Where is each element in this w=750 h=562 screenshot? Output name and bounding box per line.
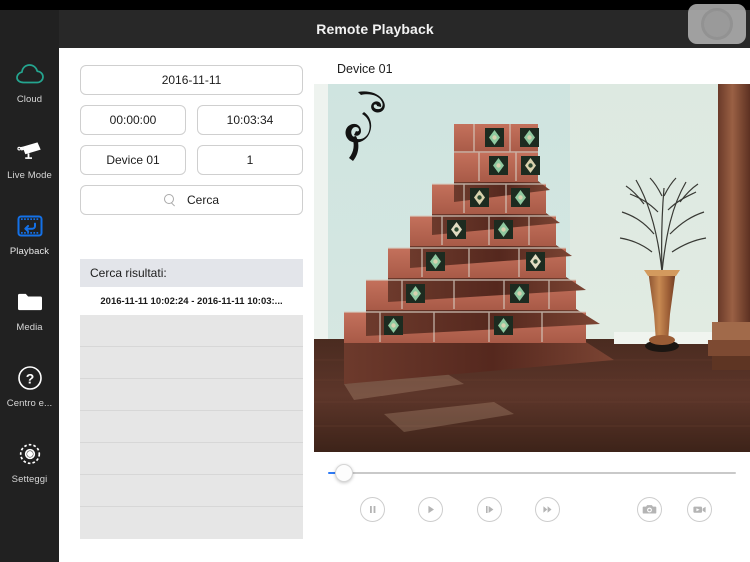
gear-icon (15, 439, 45, 469)
sidebar-item-setteggi[interactable]: Setteggi (0, 424, 59, 500)
circle-knob-icon (704, 11, 730, 37)
sidebar-item-label: Setteggi (11, 474, 48, 485)
date-field[interactable]: 2016-11-11 (80, 65, 303, 95)
sidebar-item-playback[interactable]: Playback (0, 196, 59, 272)
list-item-empty[interactable] (80, 475, 303, 507)
sidebar-item-cloud[interactable]: Cloud (0, 44, 59, 120)
svg-text:?: ? (25, 370, 34, 386)
step-forward-button[interactable] (477, 497, 502, 522)
search-button-label: Cerca (186, 193, 219, 207)
time-range-row: 00:00:00 10:03:34 (80, 105, 303, 135)
sidebar: Cloud Live Mode Playback Media ? Centro … (0, 10, 59, 562)
list-item-empty[interactable] (80, 443, 303, 475)
player-panel: Device 01 (314, 48, 750, 562)
device-field[interactable]: Device 01 (80, 145, 186, 175)
video-view[interactable] (314, 84, 750, 452)
sidebar-item-label: Live Mode (7, 170, 52, 181)
list-item-empty[interactable] (80, 379, 303, 411)
search-button[interactable]: Cerca (80, 185, 303, 215)
page-title: Remote Playback (316, 21, 434, 37)
fast-forward-icon (543, 506, 552, 513)
content-area: 2016-11-11 00:00:00 10:03:34 Device 01 1… (59, 48, 750, 562)
start-time-field[interactable]: 00:00:00 (80, 105, 186, 135)
fast-forward-button[interactable] (535, 497, 560, 522)
sidebar-item-media[interactable]: Media (0, 272, 59, 348)
list-item-empty[interactable] (80, 411, 303, 443)
step-forward-icon (486, 506, 494, 513)
sidebar-item-label: Media (16, 322, 43, 333)
device-channel-row: Device 01 1 (80, 145, 303, 175)
sidebar-item-label: Centro e... (6, 398, 53, 409)
results-header: Cerca risultati: (80, 259, 303, 287)
floating-overlay-button[interactable] (688, 4, 746, 44)
timeline-track (342, 472, 736, 474)
app-root: Remote Playback Cloud Live Mode Playback… (0, 0, 750, 562)
channel-field[interactable]: 1 (197, 145, 303, 175)
search-form: 2016-11-11 00:00:00 10:03:34 Device 01 1… (80, 65, 303, 215)
sidebar-item-centro-e[interactable]: ? Centro e... (0, 348, 59, 424)
film-rewind-icon (15, 211, 45, 241)
playback-timeline[interactable] (328, 464, 736, 482)
record-button[interactable] (687, 497, 712, 522)
timeline-thumb[interactable] (335, 464, 353, 482)
camcorder-icon (693, 506, 706, 513)
snapshot-button[interactable] (637, 497, 662, 522)
sidebar-item-label: Cloud (16, 94, 43, 105)
sidebar-item-live-mode[interactable]: Live Mode (0, 120, 59, 196)
folder-icon (15, 287, 45, 317)
playback-controls (314, 492, 750, 536)
list-item-empty[interactable] (80, 507, 303, 539)
magnifier-icon (163, 194, 176, 206)
play-button[interactable] (418, 497, 443, 522)
list-item[interactable]: 2016-11-11 10:02:24 - 2016-11-11 10:03:.… (80, 287, 303, 315)
sidebar-item-label: Playback (9, 246, 50, 257)
question-circle-icon: ? (15, 363, 45, 393)
pause-button[interactable] (360, 497, 385, 522)
search-results-panel: Cerca risultati: 2016-11-11 10:02:24 - 2… (80, 259, 303, 539)
play-icon (428, 505, 434, 514)
player-device-label: Device 01 (337, 62, 393, 76)
end-time-field[interactable]: 10:03:34 (197, 105, 303, 135)
list-item-empty[interactable] (80, 347, 303, 379)
status-bar (0, 0, 750, 10)
cloud-icon (15, 59, 45, 89)
title-bar: Remote Playback (0, 10, 750, 48)
pause-icon (370, 506, 376, 513)
cctv-camera-icon (15, 135, 45, 165)
camera-icon (642, 505, 657, 514)
list-item-empty[interactable] (80, 315, 303, 347)
